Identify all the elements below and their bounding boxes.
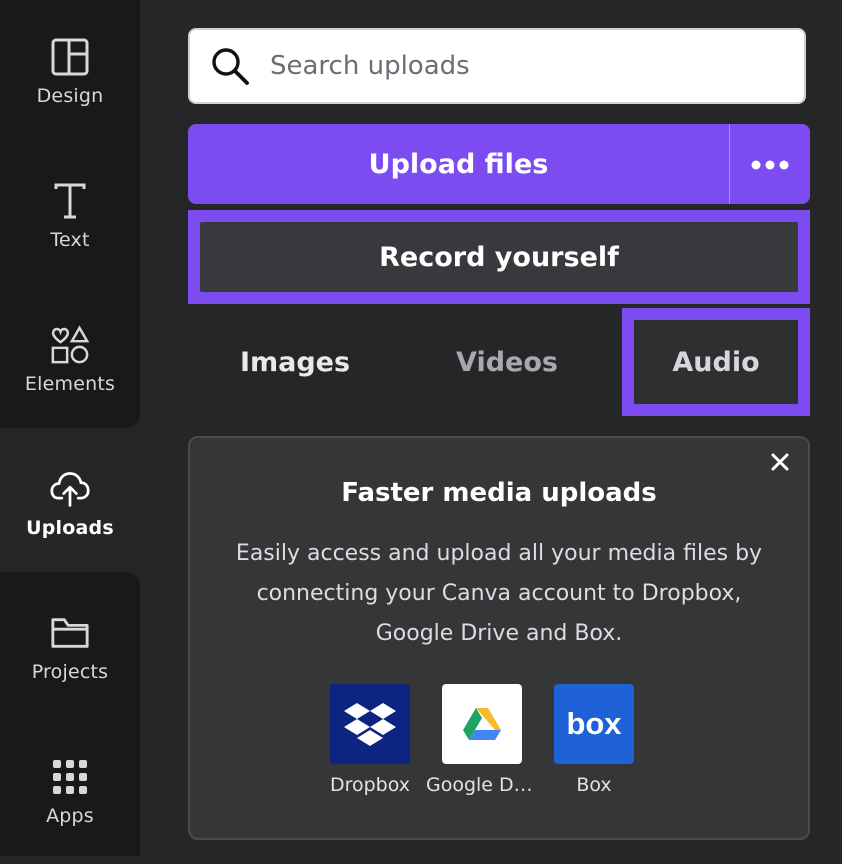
record-yourself-highlight: Record yourself	[188, 210, 810, 304]
tab-images[interactable]: Images	[188, 308, 402, 416]
more-dots-icon	[751, 155, 789, 174]
sidebar-item-apps[interactable]: Apps	[0, 720, 140, 864]
layout-icon	[50, 37, 90, 77]
sidebar-item-uploads[interactable]: Uploads	[0, 432, 140, 576]
service-dropbox[interactable]: Dropbox	[314, 684, 426, 796]
close-button[interactable]	[766, 450, 794, 478]
left-rail: Design Text Elements Uploads Projects Ap…	[0, 0, 140, 856]
dropbox-icon	[330, 684, 410, 764]
sidebar-item-label: Design	[36, 85, 104, 107]
more-options-button[interactable]	[729, 124, 810, 204]
sidebar-item-elements[interactable]: Elements	[0, 288, 140, 432]
sidebar-item-label: Text	[50, 229, 90, 251]
sidebar-item-design[interactable]: Design	[0, 0, 140, 144]
sidebar-item-projects[interactable]: Projects	[0, 576, 140, 720]
service-list: Dropbox Google Drive box Box	[330, 684, 670, 804]
tab-audio-highlight: Audio	[622, 308, 810, 416]
google-drive-icon	[442, 684, 522, 764]
box-icon: box	[554, 684, 634, 764]
card-description: Easily access and upload all your media …	[235, 541, 763, 646]
upload-button-group: Upload files	[188, 124, 810, 204]
search-input[interactable]	[268, 50, 804, 82]
upload-files-button[interactable]: Upload files	[188, 124, 729, 204]
grid-apps-icon	[50, 757, 90, 797]
sidebar-item-label: Uploads	[26, 517, 114, 539]
tab-videos[interactable]: Videos	[402, 308, 612, 416]
shapes-icon	[50, 325, 90, 365]
sidebar-item-label: Projects	[31, 661, 109, 683]
record-yourself-button[interactable]: Record yourself	[200, 222, 798, 292]
service-name: Google Drive	[426, 774, 538, 796]
service-google-drive[interactable]: Google Drive	[426, 684, 538, 796]
folder-icon	[50, 613, 90, 653]
media-tabs: Images Videos Audio	[188, 308, 810, 416]
search-icon	[208, 44, 252, 88]
tab-audio[interactable]: Audio	[634, 320, 798, 404]
sidebar-item-label: Elements	[24, 373, 116, 395]
text-T-icon	[50, 181, 90, 221]
service-box[interactable]: box Box	[538, 684, 650, 796]
service-name: Box	[576, 774, 612, 796]
svg-text:box: box	[566, 709, 622, 739]
sidebar-item-label: Apps	[46, 805, 94, 827]
faster-uploads-card: Faster media uploads Easily access and u…	[188, 436, 810, 840]
close-icon	[771, 453, 789, 475]
sidebar-item-text[interactable]: Text	[0, 144, 140, 288]
service-name: Dropbox	[329, 774, 411, 796]
card-title: Faster media uploads	[341, 478, 657, 508]
search-box[interactable]	[188, 28, 806, 104]
cloud-upload-icon	[50, 469, 90, 509]
